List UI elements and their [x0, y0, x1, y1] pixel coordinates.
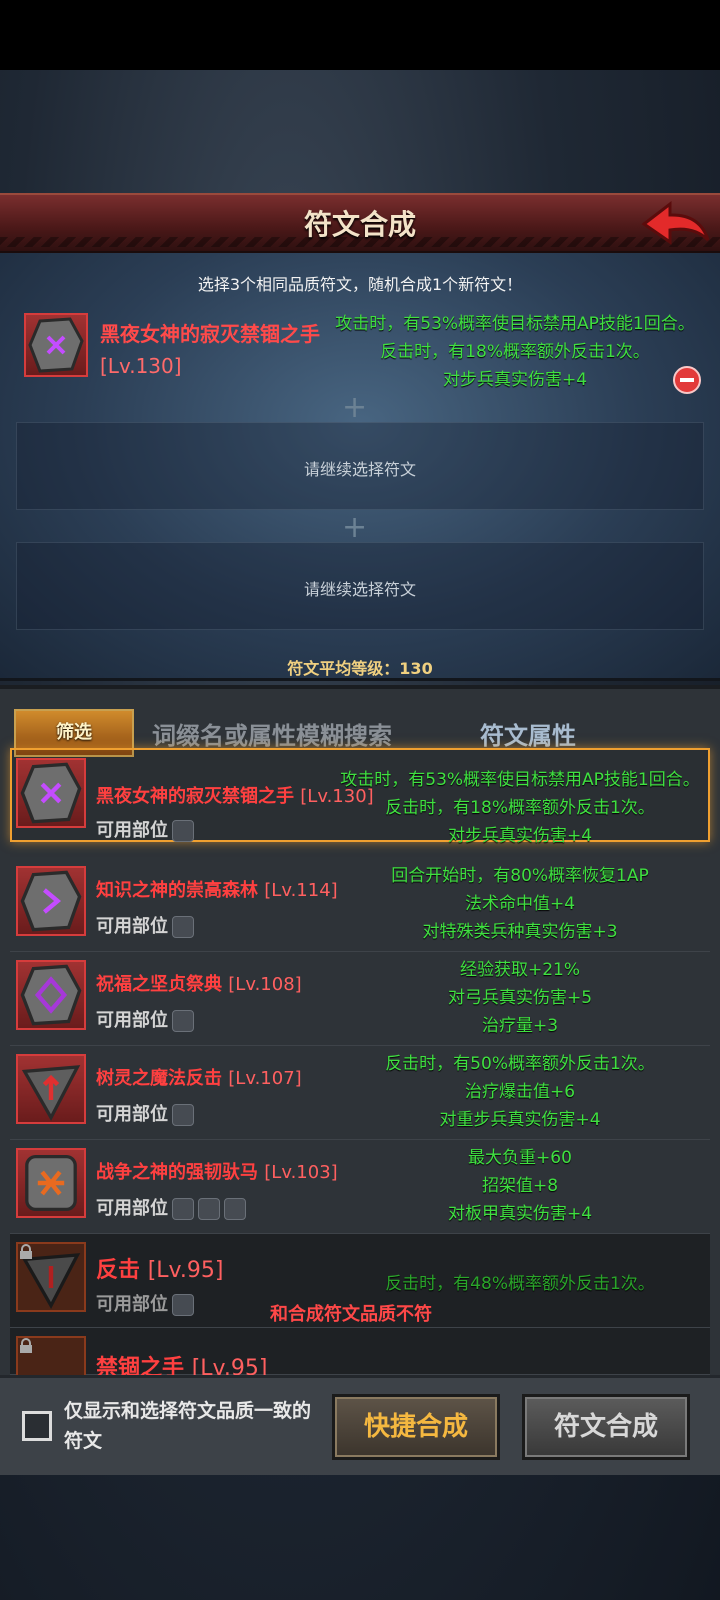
plus-icon: +	[342, 390, 368, 425]
empty-slot-text: 请继续选择符文	[303, 580, 416, 599]
rune-parts: 可用部位	[96, 1290, 194, 1316]
back-button[interactable]	[640, 200, 712, 246]
rune-name: 树灵之魔法反击 [Lv.107]	[96, 1068, 302, 1089]
rune-icon	[16, 1148, 86, 1218]
part-icon	[198, 1198, 220, 1220]
quick-synthesis-button[interactable]: 快捷合成	[332, 1394, 500, 1460]
rune-icon	[24, 313, 88, 377]
rune-name: 祝福之坚贞祭典 [Lv.108]	[96, 974, 302, 995]
plus-icon: +	[342, 510, 368, 545]
search-input[interactable]: 词缀名或属性模糊搜索	[152, 716, 452, 751]
rune-name: 战争之神的强韧驮马 [Lv.103]	[96, 1162, 338, 1183]
average-level: 符文平均等级：130	[287, 659, 433, 678]
rune-icon	[16, 866, 86, 936]
rune-parts: 可用部位	[96, 912, 194, 938]
rune-name: 知识之神的崇高森林 [Lv.114]	[96, 880, 338, 901]
rune-effects: 最大负重+60 招架值+8 对板甲真实伤害+4	[447, 1148, 593, 1224]
rune-name: 反击 [Lv.95]	[96, 1258, 224, 1283]
remove-icon[interactable]	[673, 366, 701, 394]
back-arrow-icon	[641, 200, 710, 245]
rune-synthesis-button[interactable]: 符文合成	[522, 1394, 690, 1460]
part-icon	[172, 1104, 194, 1126]
rune-icon	[16, 758, 86, 828]
rune-effects: 回合开始时，有80%概率恢复1AP 法术命中值+4 对特殊类兵种真实伤害+3	[391, 866, 649, 942]
rune-attribute-tab[interactable]: 符文属性	[480, 716, 576, 751]
rune-parts: 可用部位	[96, 816, 194, 842]
rune-icon	[16, 960, 86, 1030]
part-icon	[172, 1294, 194, 1316]
part-icon	[224, 1198, 246, 1220]
rune-icon	[16, 1054, 86, 1124]
rune-effects: 攻击时，有53%概率使目标禁用AP技能1回合。 反击时，有18%概率额外反击1次。…	[340, 770, 700, 846]
quality-mismatch-note: 和合成符文品质不符	[270, 1304, 432, 1325]
empty-slot-text: 请继续选择符文	[303, 460, 416, 479]
rune-parts: 可用部位	[96, 1100, 194, 1126]
page-title: 符文合成	[303, 208, 416, 241]
checkbox-label: 仅显示和选择符文品质一致的符文	[64, 1400, 312, 1452]
part-icon	[172, 916, 194, 938]
part-icon	[172, 1010, 194, 1032]
status-bar	[0, 0, 720, 70]
same-quality-checkbox[interactable]	[22, 1411, 52, 1441]
rune-effects: 反击时，有50%概率额外反击1次。 治疗爆击值+6 对重步兵真实伤害+4	[385, 1054, 655, 1130]
lock-icon	[18, 1338, 34, 1354]
rune-parts: 可用部位	[96, 1194, 246, 1220]
part-icon	[172, 820, 194, 842]
selected-rune-effects: 攻击时，有53%概率使目标禁用AP技能1回合。 反击时，有18%概率额外反击1次…	[335, 314, 695, 390]
rune-parts: 可用部位	[96, 1006, 194, 1032]
rune-effects: 反击时，有48%概率额外反击1次。	[385, 1274, 655, 1294]
part-icon	[172, 1198, 194, 1220]
lock-icon	[18, 1244, 34, 1260]
rune-effects: 经验获取+21% 对弓兵真实伤害+5 治疗量+3	[447, 960, 593, 1036]
instruction-text: 选择3个相同品质符文，随机合成1个新符文！	[197, 275, 523, 294]
